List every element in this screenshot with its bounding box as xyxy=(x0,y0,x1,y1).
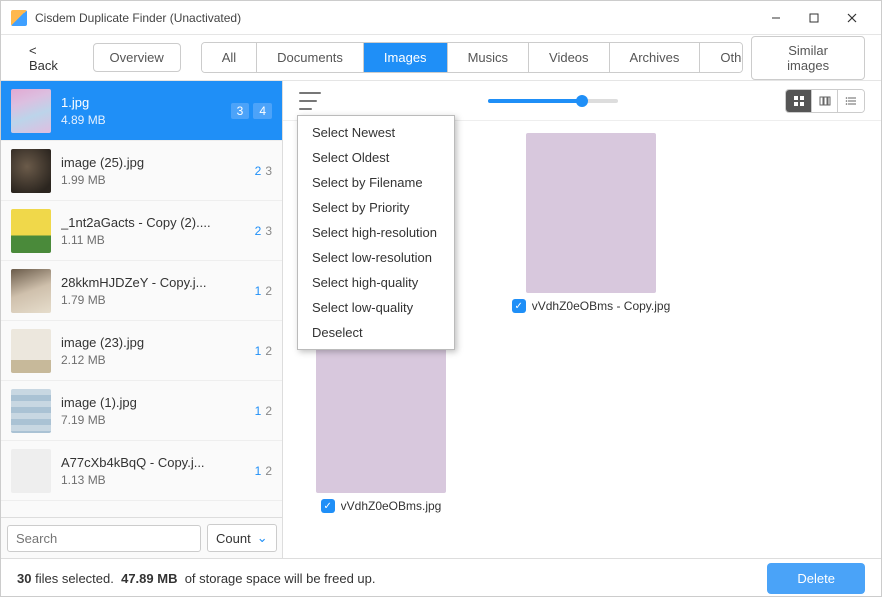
list-item[interactable]: image (23).jpg 2.12 MB 12 xyxy=(1,321,282,381)
thumbnail xyxy=(11,209,51,253)
filename-label: vVdhZ0eOBms - Copy.jpg xyxy=(532,299,671,313)
list-item[interactable]: 28kkmHJDZeY - Copy.j... 1.79 MB 12 xyxy=(1,261,282,321)
duplicate-list[interactable]: 1.jpg4.89 MB34image (25).jpg1.99 MB23_1n… xyxy=(1,81,282,517)
menu-item-select-newest[interactable]: Select Newest xyxy=(298,120,454,145)
main-toolbar: < Back Overview AllDocumentsImagesMusics… xyxy=(1,35,881,81)
item-badges: 23 xyxy=(255,224,272,238)
thumbnail xyxy=(11,149,51,193)
tab-archives[interactable]: Archives xyxy=(610,43,701,72)
preview-image xyxy=(316,333,446,493)
status-size: 47.89 MB xyxy=(121,571,177,586)
item-badges: 12 xyxy=(255,284,272,298)
list-item[interactable]: A77cXb4kBqQ - Copy.j... 1.13 MB 12 xyxy=(1,441,282,501)
status-size-text: of storage space will be freed up. xyxy=(185,571,376,586)
preview-image xyxy=(526,133,656,293)
grid-card[interactable]: ✓ vVdhZ0eOBms.jpg xyxy=(301,333,461,513)
minimize-button[interactable] xyxy=(757,4,795,32)
selection-context-menu[interactable]: Select NewestSelect OldestSelect by File… xyxy=(297,115,455,350)
view-grid-button[interactable] xyxy=(786,90,812,112)
thumbnail xyxy=(11,389,51,433)
checkbox-icon[interactable]: ✓ xyxy=(321,499,335,513)
close-button[interactable] xyxy=(833,4,871,32)
item-name: 1.jpg xyxy=(61,95,221,110)
item-badges: 12 xyxy=(255,404,272,418)
menu-item-select-low-resolution[interactable]: Select low-resolution xyxy=(298,245,454,270)
status-files-count: 30 xyxy=(17,571,31,586)
list-item[interactable]: 1.jpg 4.89 MB 34 xyxy=(1,81,282,141)
main-area: 1.jpg4.89 MB34image (25).jpg1.99 MB23_1n… xyxy=(1,81,881,558)
item-size: 1.13 MB xyxy=(61,473,245,487)
sort-label: Count xyxy=(216,531,251,546)
list-item[interactable]: image (1).jpg 7.19 MB 12 xyxy=(1,381,282,441)
category-tabs: AllDocumentsImagesMusicsVideosArchivesOt… xyxy=(201,42,744,73)
tab-all[interactable]: All xyxy=(202,43,257,72)
tab-others[interactable]: Others xyxy=(700,43,743,72)
status-bar: 30 files selected. 47.89 MB of storage s… xyxy=(1,558,881,598)
list-item[interactable]: _1nt2aGacts - Copy (2).... 1.11 MB 23 xyxy=(1,201,282,261)
item-badges: 23 xyxy=(255,164,272,178)
item-name: A77cXb4kBqQ - Copy.j... xyxy=(61,455,245,470)
item-size: 4.89 MB xyxy=(61,113,221,127)
menu-item-select-by-priority[interactable]: Select by Priority xyxy=(298,195,454,220)
item-size: 1.79 MB xyxy=(61,293,245,307)
item-size: 2.12 MB xyxy=(61,353,245,367)
filename-label: vVdhZ0eOBms.jpg xyxy=(341,499,442,513)
menu-item-select-high-resolution[interactable]: Select high-resolution xyxy=(298,220,454,245)
duplicate-list-panel: 1.jpg4.89 MB34image (25).jpg1.99 MB23_1n… xyxy=(1,81,283,558)
titlebar: Cisdem Duplicate Finder (Unactivated) xyxy=(1,1,881,35)
maximize-button[interactable] xyxy=(795,4,833,32)
menu-item-select-oldest[interactable]: Select Oldest xyxy=(298,145,454,170)
thumbnail xyxy=(11,329,51,373)
menu-item-select-low-quality[interactable]: Select low-quality xyxy=(298,295,454,320)
item-size: 1.11 MB xyxy=(61,233,245,247)
item-name: image (25).jpg xyxy=(61,155,245,170)
delete-button[interactable]: Delete xyxy=(767,563,865,594)
overview-button[interactable]: Overview xyxy=(93,43,181,72)
tab-videos[interactable]: Videos xyxy=(529,43,610,72)
zoom-slider-wrap xyxy=(331,99,775,103)
view-columns-button[interactable] xyxy=(812,90,838,112)
item-size: 7.19 MB xyxy=(61,413,245,427)
view-list-button[interactable] xyxy=(838,90,864,112)
item-name: image (1).jpg xyxy=(61,395,245,410)
list-item[interactable]: image (25).jpg 1.99 MB 23 xyxy=(1,141,282,201)
search-input[interactable] xyxy=(7,525,201,552)
tab-images[interactable]: Images xyxy=(364,43,448,72)
item-badges: 34 xyxy=(231,103,272,119)
item-badges: 12 xyxy=(255,344,272,358)
list-footer: Count ⌄ xyxy=(1,517,282,558)
grid-card[interactable]: ✓ vVdhZ0eOBms - Copy.jpg xyxy=(511,133,671,313)
item-size: 1.99 MB xyxy=(61,173,245,187)
item-name: image (23).jpg xyxy=(61,335,245,350)
view-mode-group xyxy=(785,89,865,113)
menu-item-select-by-filename[interactable]: Select by Filename xyxy=(298,170,454,195)
sort-dropdown[interactable]: Count ⌄ xyxy=(207,524,277,552)
item-badges: 12 xyxy=(255,464,272,478)
thumbnail xyxy=(11,449,51,493)
app-icon xyxy=(11,10,27,26)
checkbox-icon[interactable]: ✓ xyxy=(512,299,526,313)
menu-item-select-high-quality[interactable]: Select high-quality xyxy=(298,270,454,295)
tab-musics[interactable]: Musics xyxy=(448,43,529,72)
item-name: _1nt2aGacts - Copy (2).... xyxy=(61,215,245,230)
selection-menu-button[interactable] xyxy=(299,92,321,110)
thumbnail xyxy=(11,89,51,133)
window-title: Cisdem Duplicate Finder (Unactivated) xyxy=(35,11,757,25)
preview-panel: ✓a.jpg✓vVdhZ0eOBms - Copy.jpg✓vVdhZ0eOBm… xyxy=(283,81,881,558)
item-name: 28kkmHJDZeY - Copy.j... xyxy=(61,275,245,290)
back-button[interactable]: < Back xyxy=(17,37,79,79)
zoom-slider[interactable] xyxy=(488,99,618,103)
similar-images-button[interactable]: Similar images xyxy=(751,36,865,80)
menu-item-deselect[interactable]: Deselect xyxy=(298,320,454,345)
thumbnail xyxy=(11,269,51,313)
chevron-down-icon: ⌄ xyxy=(257,530,268,546)
tab-documents[interactable]: Documents xyxy=(257,43,364,72)
